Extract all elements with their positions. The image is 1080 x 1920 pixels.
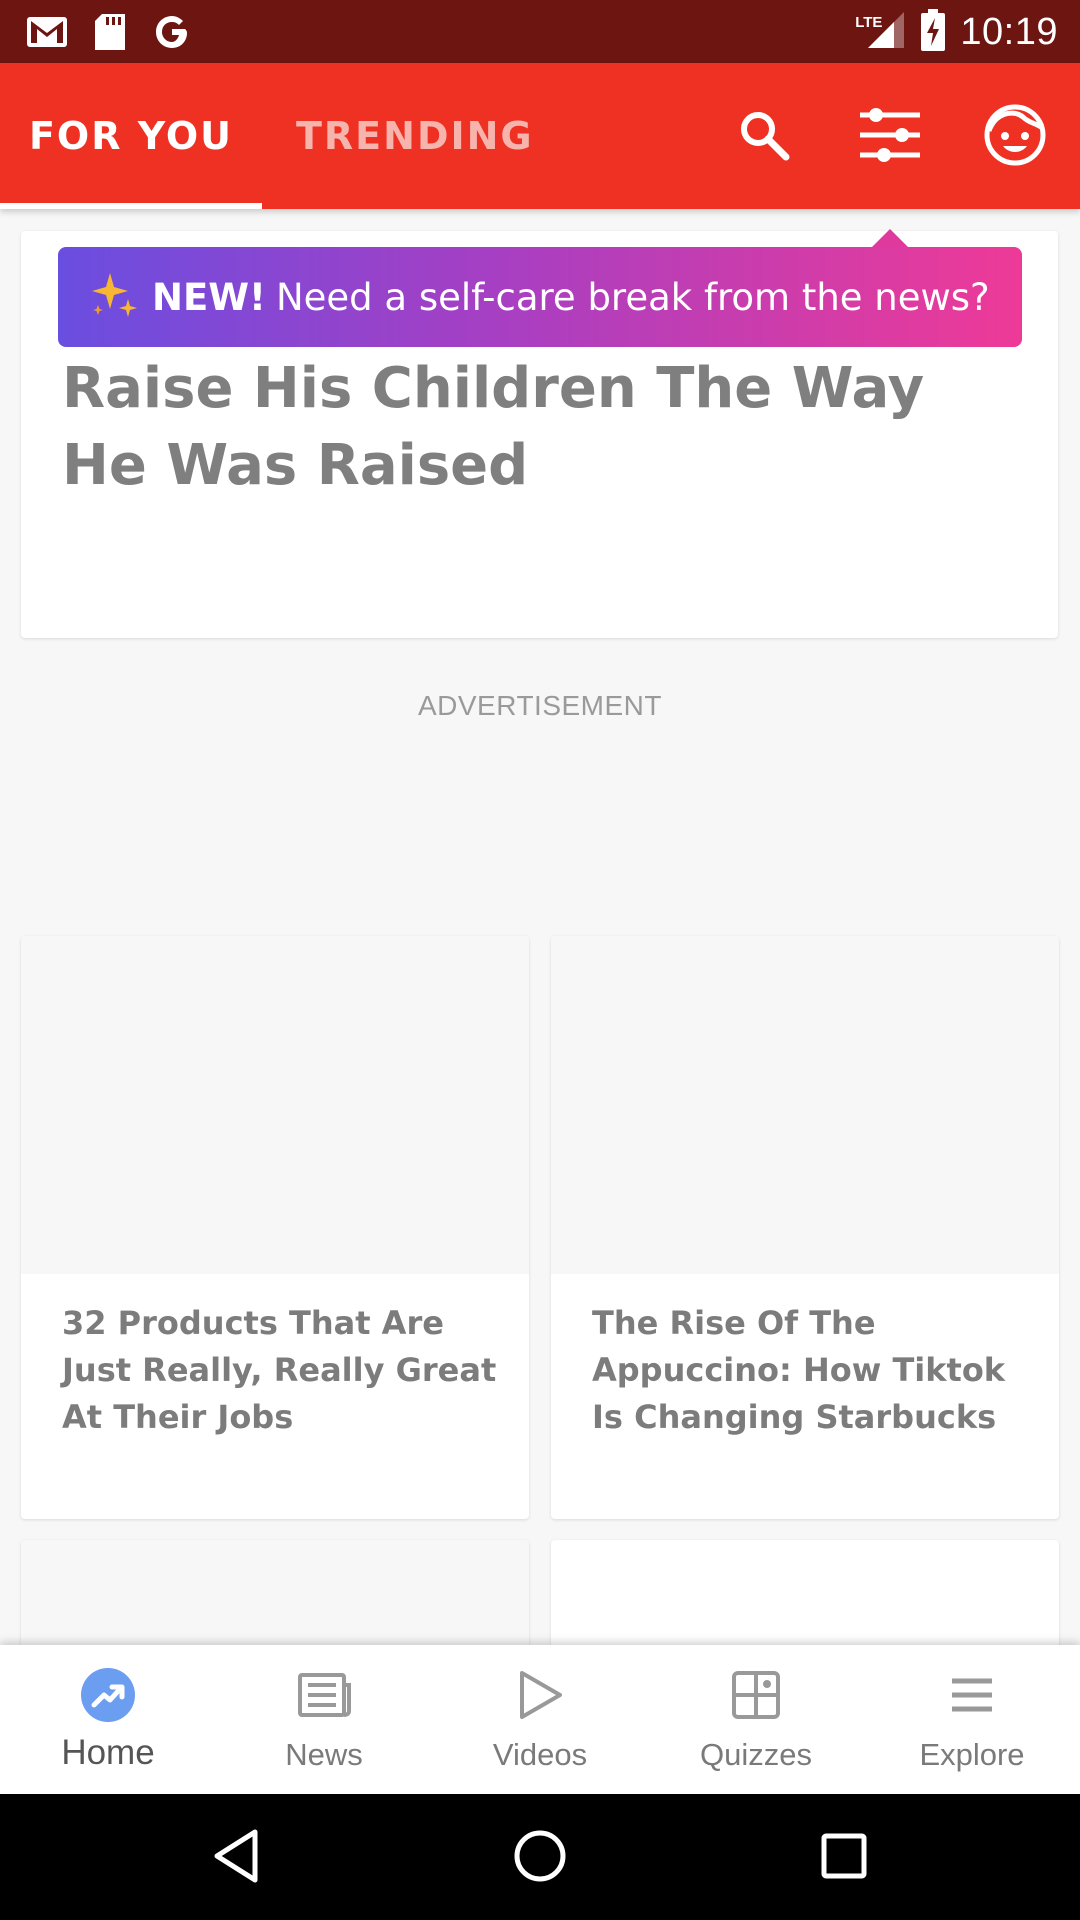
network-type: LTE [855, 14, 883, 31]
promo-new-label: NEW! [152, 275, 266, 319]
nav-label: News [285, 1737, 363, 1772]
menu-icon [944, 1667, 1000, 1723]
nav-news[interactable]: News [216, 1645, 432, 1794]
active-tab-indicator [0, 203, 262, 209]
home-circle-icon[interactable] [508, 1824, 572, 1888]
advertisement-label: ADVERTISEMENT [417, 690, 663, 721]
notification-icons [26, 12, 192, 57]
clock: 10:19 [960, 11, 1058, 53]
battery-charging-icon [920, 8, 946, 57]
self-care-promo-banner[interactable]: NEW! Need a self-care break from the news… [58, 247, 1022, 347]
article-title[interactable]: 32 Products That Are Just Really, Really… [62, 1300, 502, 1441]
system-status: LTE 10:19 [855, 8, 1058, 57]
google-icon [152, 12, 192, 57]
play-icon [512, 1667, 568, 1723]
article-card[interactable]: 32 Products That Are Just Really, Really… [21, 936, 529, 1519]
promo-message: Need a self-care break from the news? [275, 275, 990, 319]
sparkles-icon [88, 269, 140, 326]
article-image-placeholder [21, 936, 529, 1274]
tab-trending[interactable]: TRENDING [296, 63, 534, 209]
nav-label: Explore [919, 1737, 1025, 1772]
search-icon[interactable] [732, 103, 796, 167]
profile-face-icon[interactable] [983, 103, 1047, 167]
filter-sliders-icon[interactable] [858, 103, 922, 167]
nav-home[interactable]: Home [0, 1645, 216, 1794]
article-card[interactable]: The Rise Of The Appuccino: How Tiktok Is… [551, 936, 1059, 1519]
nav-label: Videos [492, 1737, 588, 1772]
newspaper-icon [296, 1667, 352, 1723]
nav-videos[interactable]: Videos [432, 1645, 648, 1794]
back-icon[interactable] [204, 1824, 268, 1888]
article-image-placeholder [551, 936, 1059, 1274]
tab-for-you[interactable]: FOR YOU [0, 63, 262, 209]
nav-explore[interactable]: Explore [864, 1645, 1080, 1794]
bottom-navigation: Home News Videos Quizzes Explore [0, 1645, 1080, 1794]
article-title[interactable]: The Rise Of The Appuccino: How Tiktok Is… [592, 1300, 1032, 1441]
feature-article-title[interactable]: Raise His Children The Way He Was Raised [62, 350, 1012, 504]
status-bar: LTE 10:19 [0, 0, 1080, 63]
gmail-icon [26, 15, 68, 54]
recents-square-icon[interactable] [812, 1824, 876, 1888]
promo-text: NEW! Need a self-care break from the news… [152, 276, 990, 319]
trending-arrow-icon [80, 1667, 136, 1723]
quiz-grid-icon [728, 1667, 784, 1723]
nav-label: Home [61, 1733, 155, 1772]
app-bar: FOR YOU TRENDING [0, 63, 1080, 209]
system-navigation-bar [0, 1794, 1080, 1920]
nav-label: Quizzes [700, 1737, 812, 1772]
nav-quizzes[interactable]: Quizzes [648, 1645, 864, 1794]
promo-pointer [870, 229, 910, 249]
sd-card-icon [94, 13, 126, 56]
